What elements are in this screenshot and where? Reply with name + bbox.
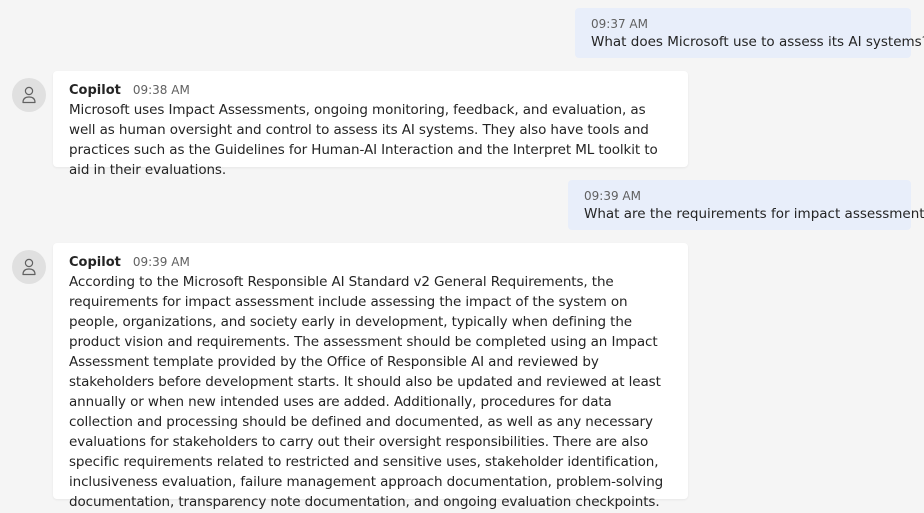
message-timestamp: 09:37 AM — [591, 17, 648, 31]
sender-name: Copilot — [69, 255, 121, 270]
message-text: What are the requirements for impact ass… — [584, 206, 924, 222]
user-message: 09:39 AM What are the requirements for i… — [568, 180, 924, 230]
user-message: 09:37 AM What does Microsoft use to asse… — [575, 8, 924, 58]
assistant-message: Copilot 09:38 AM Microsoft uses Impact A… — [53, 71, 688, 178]
sender-name: Copilot — [69, 83, 121, 98]
message-header: Copilot 09:38 AM — [69, 81, 672, 100]
bot-person-icon — [22, 258, 36, 276]
bot-avatar — [12, 78, 46, 112]
message-text: According to the Microsoft Responsible A… — [69, 274, 664, 510]
message-text: What does Microsoft use to assess its AI… — [591, 34, 924, 50]
assistant-message: Copilot 09:39 AM According to the Micros… — [53, 243, 688, 510]
message-timestamp: 09:38 AM — [132, 83, 190, 97]
bot-person-icon — [22, 86, 36, 104]
bot-avatar — [12, 250, 46, 284]
message-header: Copilot 09:39 AM — [69, 253, 672, 272]
message-timestamp: 09:39 AM — [132, 255, 190, 269]
message-text: Microsoft uses Impact Assessments, ongoi… — [69, 102, 658, 178]
message-timestamp: 09:39 AM — [584, 189, 641, 203]
